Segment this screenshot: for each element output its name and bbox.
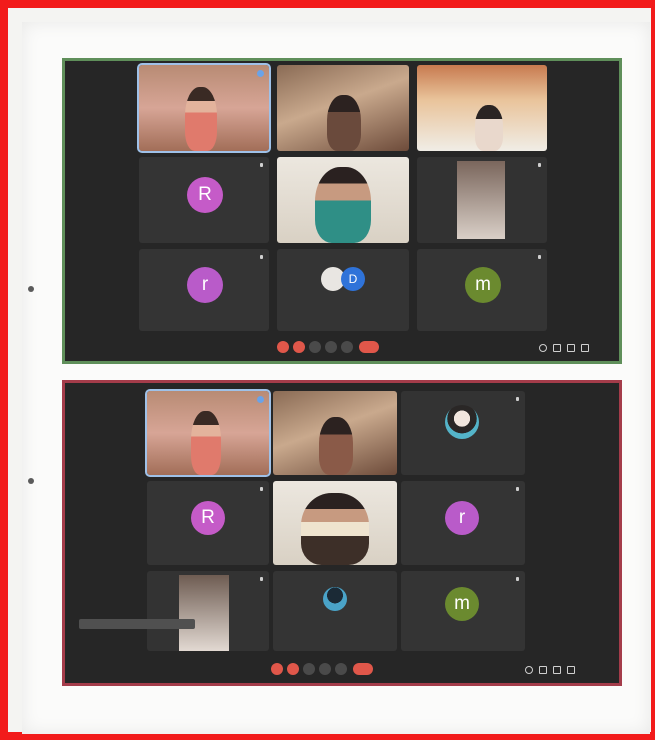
chat-icon[interactable] — [567, 344, 575, 352]
participant-tile[interactable]: r — [139, 249, 269, 331]
captions-icon[interactable] — [309, 341, 321, 353]
participant-avatar: m — [465, 267, 501, 303]
info-icon[interactable] — [539, 344, 547, 352]
mic-icon — [260, 255, 263, 259]
participant-avatar: R — [191, 501, 225, 535]
present-icon[interactable] — [319, 663, 331, 675]
end-call-icon[interactable] — [353, 663, 373, 675]
participant-tile[interactable]: m — [401, 571, 525, 651]
meeting-screenshot-top: R r D m — [62, 58, 622, 364]
participant-tile[interactable] — [273, 571, 397, 651]
participant-avatar: R — [187, 177, 223, 213]
punch-hole — [28, 286, 34, 292]
mic-icon — [516, 397, 519, 401]
chat-icon[interactable] — [553, 666, 561, 674]
meeting-control-bar — [65, 657, 619, 683]
participant-tile[interactable]: m — [417, 249, 547, 331]
participant-tile[interactable]: r — [401, 481, 525, 565]
mic-icon[interactable] — [277, 341, 289, 353]
punch-hole — [28, 478, 34, 484]
participant-tile[interactable] — [417, 65, 547, 151]
people-icon[interactable] — [553, 344, 561, 352]
participant-tile[interactable] — [277, 157, 409, 243]
people-icon[interactable] — [539, 666, 547, 674]
activities-icon[interactable] — [567, 666, 575, 674]
camera-icon[interactable] — [293, 341, 305, 353]
participant-avatar: m — [445, 587, 479, 621]
participant-tile[interactable] — [137, 63, 271, 153]
info-icon[interactable] — [525, 666, 533, 674]
mic-icon — [516, 577, 519, 581]
notification-tooltip — [79, 619, 195, 629]
participant-avatar: D — [341, 267, 365, 291]
meeting-screenshot-bottom: R r m — [62, 380, 622, 686]
participant-tile[interactable]: D — [277, 249, 409, 331]
pin-icon[interactable] — [257, 396, 264, 403]
participant-avatar: r — [445, 501, 479, 535]
meeting-control-bar — [65, 335, 619, 361]
pin-icon[interactable] — [257, 70, 264, 77]
mic-icon — [260, 487, 263, 491]
participant-avatar: r — [187, 267, 223, 303]
participant-tile[interactable] — [273, 391, 397, 475]
mic-icon — [260, 163, 263, 167]
camera-icon[interactable] — [287, 663, 299, 675]
participant-photo — [323, 587, 347, 611]
mic-icon — [538, 255, 541, 259]
activities-icon[interactable] — [581, 344, 589, 352]
participant-tile[interactable] — [277, 65, 409, 151]
participant-tile[interactable] — [401, 391, 525, 475]
participant-tile[interactable] — [273, 481, 397, 565]
mic-icon — [538, 163, 541, 167]
participant-tile[interactable] — [145, 389, 271, 477]
mic-icon[interactable] — [271, 663, 283, 675]
mic-icon — [516, 487, 519, 491]
more-icon[interactable] — [335, 663, 347, 675]
present-icon[interactable] — [325, 341, 337, 353]
more-icon[interactable] — [341, 341, 353, 353]
participant-tile[interactable] — [147, 571, 269, 651]
participant-tile[interactable] — [417, 157, 547, 243]
end-call-icon[interactable] — [359, 341, 379, 353]
captions-icon[interactable] — [303, 663, 315, 675]
participant-tile[interactable]: R — [147, 481, 269, 565]
participant-tile[interactable]: R — [139, 157, 269, 243]
participant-photo — [445, 405, 479, 439]
mic-icon — [260, 577, 263, 581]
